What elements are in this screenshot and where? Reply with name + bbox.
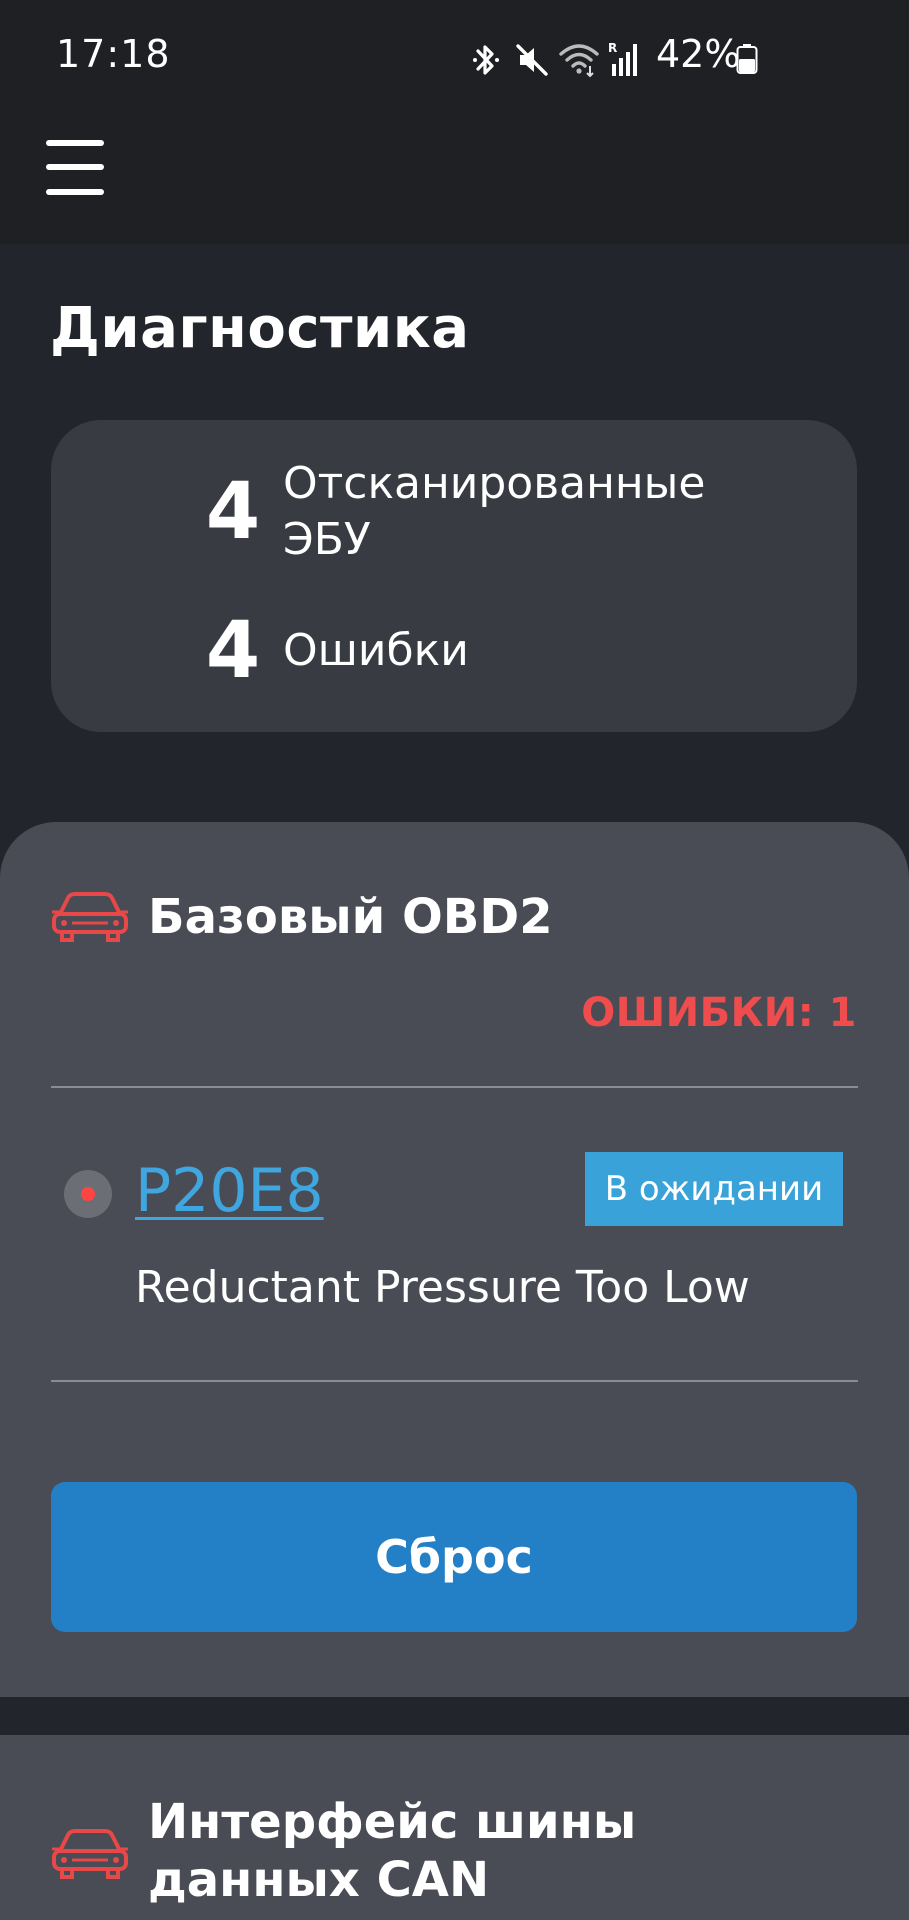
svg-text:R: R (608, 41, 617, 55)
dtc-status-badge: В ожидании (585, 1152, 843, 1226)
hamburger-menu-icon[interactable] (46, 138, 106, 198)
ecu-title: Базовый OBD2 (148, 889, 553, 945)
scanned-ecus-row: 4 Отсканированные ЭБУ (197, 456, 763, 568)
summary-card: 4 Отсканированные ЭБУ 4 Ошибки (51, 420, 857, 732)
ecu-panel-obd2: Базовый OBD2 ОШИБКИ: 1 P20E8 В ожидании … (0, 822, 909, 1697)
status-bar: 17:18 R 42% (0, 0, 909, 110)
wifi-icon (559, 44, 599, 78)
divider (51, 1380, 858, 1382)
ecu-errors-count: ОШИБКИ: 1 (581, 990, 857, 1036)
divider (51, 1086, 858, 1088)
app-bar (0, 110, 909, 244)
reset-button[interactable]: Сброс (51, 1482, 857, 1632)
scanned-ecus-label: Отсканированные ЭБУ (283, 458, 706, 565)
status-time: 17:18 (56, 32, 171, 76)
bluetooth-icon (473, 45, 499, 75)
dtc-status-dot (64, 1170, 112, 1218)
battery-icon (736, 44, 758, 74)
signal-roaming-icon: R (608, 41, 637, 76)
car-icon (52, 1829, 128, 1879)
page-title: Диагностика (50, 296, 470, 361)
dtc-description: Reductant Pressure Too Low (135, 1262, 750, 1313)
scanned-ecus-count: 4 (205, 467, 261, 557)
errors-total-count: 4 (205, 606, 261, 696)
battery-percent: 42% (656, 32, 741, 76)
ecu-panel-can: Интерфейс шины данных CAN (0, 1735, 909, 1920)
dtc-code-link[interactable]: P20E8 (135, 1156, 324, 1226)
errors-row: 4 Ошибки (197, 606, 763, 696)
mute-icon (516, 44, 548, 76)
ecu-title: Интерфейс шины данных CAN (148, 1794, 637, 1908)
car-icon (52, 892, 128, 942)
errors-total-label: Ошибки (283, 625, 469, 676)
